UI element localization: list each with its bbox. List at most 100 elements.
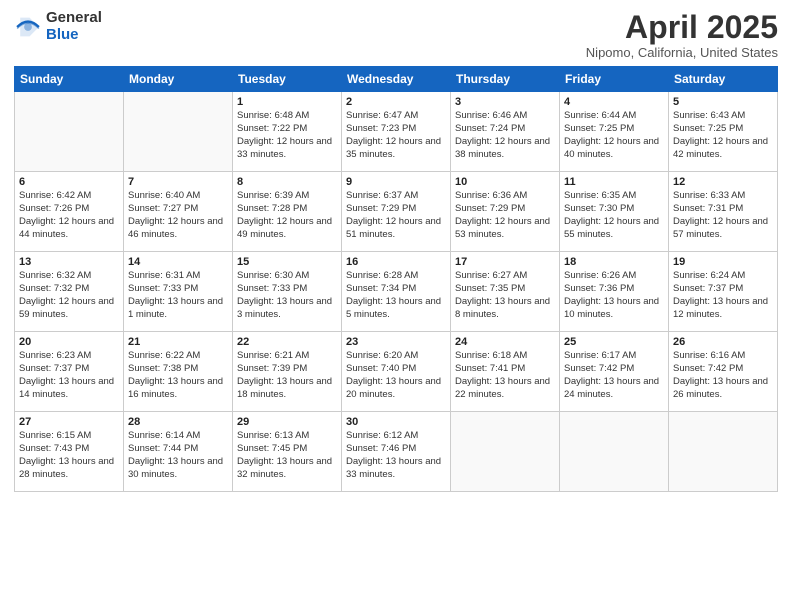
calendar-week-row: 20 Sunrise: 6:23 AM Sunset: 7:37 PM Dayli… [15,332,778,412]
logo-icon [14,13,42,41]
table-row: 22 Sunrise: 6:21 AM Sunset: 7:39 PM Dayli… [233,332,342,412]
day-number: 3 [455,96,555,108]
day-number: 10 [455,176,555,188]
day-number: 13 [19,256,119,268]
table-row: 4 Sunrise: 6:44 AM Sunset: 7:25 PM Daylig… [560,92,669,172]
day-info: Sunrise: 6:37 AM Sunset: 7:29 PM Dayligh… [346,190,446,241]
day-info: Sunrise: 6:44 AM Sunset: 7:25 PM Dayligh… [564,110,664,161]
day-info: Sunrise: 6:28 AM Sunset: 7:34 PM Dayligh… [346,270,446,321]
day-number: 16 [346,256,446,268]
day-number: 14 [128,256,228,268]
calendar-week-row: 13 Sunrise: 6:32 AM Sunset: 7:32 PM Dayli… [15,252,778,332]
table-row: 15 Sunrise: 6:30 AM Sunset: 7:33 PM Dayli… [233,252,342,332]
day-info: Sunrise: 6:18 AM Sunset: 7:41 PM Dayligh… [455,350,555,401]
header-wednesday: Wednesday [342,67,451,92]
day-info: Sunrise: 6:22 AM Sunset: 7:38 PM Dayligh… [128,350,228,401]
table-row [669,412,778,492]
day-info: Sunrise: 6:17 AM Sunset: 7:42 PM Dayligh… [564,350,664,401]
day-info: Sunrise: 6:12 AM Sunset: 7:46 PM Dayligh… [346,430,446,481]
day-number: 21 [128,336,228,348]
day-number: 6 [19,176,119,188]
day-number: 15 [237,256,337,268]
calendar-week-row: 1Sunrise: 6:48 AM Sunset: 7:22 PM Daylig… [15,92,778,172]
day-info: Sunrise: 6:32 AM Sunset: 7:32 PM Dayligh… [19,270,119,321]
table-row: 9 Sunrise: 6:37 AM Sunset: 7:29 PM Daylig… [342,172,451,252]
day-info: Sunrise: 6:27 AM Sunset: 7:35 PM Dayligh… [455,270,555,321]
table-row: 21 Sunrise: 6:22 AM Sunset: 7:38 PM Dayli… [124,332,233,412]
day-number: 12 [673,176,773,188]
table-row: 2Sunrise: 6:47 AM Sunset: 7:23 PM Daylig… [342,92,451,172]
table-row [451,412,560,492]
table-row: 3 Sunrise: 6:46 AM Sunset: 7:24 PM Daylig… [451,92,560,172]
table-row: 16 Sunrise: 6:28 AM Sunset: 7:34 PM Dayli… [342,252,451,332]
day-number: 24 [455,336,555,348]
title-block: April 2025 Nipomo, California, United St… [586,10,778,60]
day-info: Sunrise: 6:23 AM Sunset: 7:37 PM Dayligh… [19,350,119,401]
table-row [560,412,669,492]
day-info: Sunrise: 6:39 AM Sunset: 7:28 PM Dayligh… [237,190,337,241]
table-row [15,92,124,172]
day-info: Sunrise: 6:26 AM Sunset: 7:36 PM Dayligh… [564,270,664,321]
table-row: 11 Sunrise: 6:35 AM Sunset: 7:30 PM Dayli… [560,172,669,252]
day-number: 30 [346,416,446,428]
day-info: Sunrise: 6:46 AM Sunset: 7:24 PM Dayligh… [455,110,555,161]
table-row: 29Sunrise: 6:13 AM Sunset: 7:45 PM Dayli… [233,412,342,492]
day-info: Sunrise: 6:42 AM Sunset: 7:26 PM Dayligh… [19,190,119,241]
calendar-table: Sunday Monday Tuesday Wednesday Thursday… [14,66,778,492]
day-number: 11 [564,176,664,188]
day-number: 29 [237,416,337,428]
table-row: 14 Sunrise: 6:31 AM Sunset: 7:33 PM Dayli… [124,252,233,332]
day-info: Sunrise: 6:48 AM Sunset: 7:22 PM Dayligh… [237,110,337,161]
day-number: 27 [19,416,119,428]
day-number: 19 [673,256,773,268]
header-thursday: Thursday [451,67,560,92]
table-row: 19 Sunrise: 6:24 AM Sunset: 7:37 PM Dayli… [669,252,778,332]
day-info: Sunrise: 6:24 AM Sunset: 7:37 PM Dayligh… [673,270,773,321]
day-info: Sunrise: 6:43 AM Sunset: 7:25 PM Dayligh… [673,110,773,161]
day-number: 18 [564,256,664,268]
day-info: Sunrise: 6:31 AM Sunset: 7:33 PM Dayligh… [128,270,228,321]
calendar-week-row: 27Sunrise: 6:15 AM Sunset: 7:43 PM Dayli… [15,412,778,492]
table-row: 12 Sunrise: 6:33 AM Sunset: 7:31 PM Dayli… [669,172,778,252]
day-number: 20 [19,336,119,348]
day-number: 9 [346,176,446,188]
page-header: General Blue April 2025 Nipomo, Californ… [14,10,778,60]
table-row [124,92,233,172]
table-row: 5 Sunrise: 6:43 AM Sunset: 7:25 PM Daylig… [669,92,778,172]
table-row: 30 Sunrise: 6:12 AM Sunset: 7:46 PM Dayli… [342,412,451,492]
day-number: 5 [673,96,773,108]
table-row: 1Sunrise: 6:48 AM Sunset: 7:22 PM Daylig… [233,92,342,172]
table-row: 17Sunrise: 6:27 AM Sunset: 7:35 PM Dayli… [451,252,560,332]
table-row: 7 Sunrise: 6:40 AM Sunset: 7:27 PM Daylig… [124,172,233,252]
header-monday: Monday [124,67,233,92]
header-friday: Friday [560,67,669,92]
day-info: Sunrise: 6:36 AM Sunset: 7:29 PM Dayligh… [455,190,555,241]
logo-text: General Blue [46,10,102,43]
logo: General Blue [14,10,102,43]
day-number: 23 [346,336,446,348]
day-info: Sunrise: 6:30 AM Sunset: 7:33 PM Dayligh… [237,270,337,321]
day-number: 22 [237,336,337,348]
calendar-week-row: 6 Sunrise: 6:42 AM Sunset: 7:26 PM Daylig… [15,172,778,252]
day-number: 8 [237,176,337,188]
day-number: 7 [128,176,228,188]
day-info: Sunrise: 6:21 AM Sunset: 7:39 PM Dayligh… [237,350,337,401]
day-number: 28 [128,416,228,428]
day-number: 4 [564,96,664,108]
calendar-header-row: Sunday Monday Tuesday Wednesday Thursday… [15,67,778,92]
table-row: 23 Sunrise: 6:20 AM Sunset: 7:40 PM Dayli… [342,332,451,412]
table-row: 13 Sunrise: 6:32 AM Sunset: 7:32 PM Dayli… [15,252,124,332]
day-info: Sunrise: 6:40 AM Sunset: 7:27 PM Dayligh… [128,190,228,241]
day-info: Sunrise: 6:33 AM Sunset: 7:31 PM Dayligh… [673,190,773,241]
logo-blue-text: Blue [46,27,102,44]
day-info: Sunrise: 6:20 AM Sunset: 7:40 PM Dayligh… [346,350,446,401]
day-info: Sunrise: 6:35 AM Sunset: 7:30 PM Dayligh… [564,190,664,241]
table-row: 28 Sunrise: 6:14 AM Sunset: 7:44 PM Dayli… [124,412,233,492]
calendar-subtitle: Nipomo, California, United States [586,45,778,60]
header-tuesday: Tuesday [233,67,342,92]
day-info: Sunrise: 6:16 AM Sunset: 7:42 PM Dayligh… [673,350,773,401]
table-row: 10 Sunrise: 6:36 AM Sunset: 7:29 PM Dayli… [451,172,560,252]
day-info: Sunrise: 6:14 AM Sunset: 7:44 PM Dayligh… [128,430,228,481]
day-number: 2 [346,96,446,108]
table-row: 18 Sunrise: 6:26 AM Sunset: 7:36 PM Dayli… [560,252,669,332]
